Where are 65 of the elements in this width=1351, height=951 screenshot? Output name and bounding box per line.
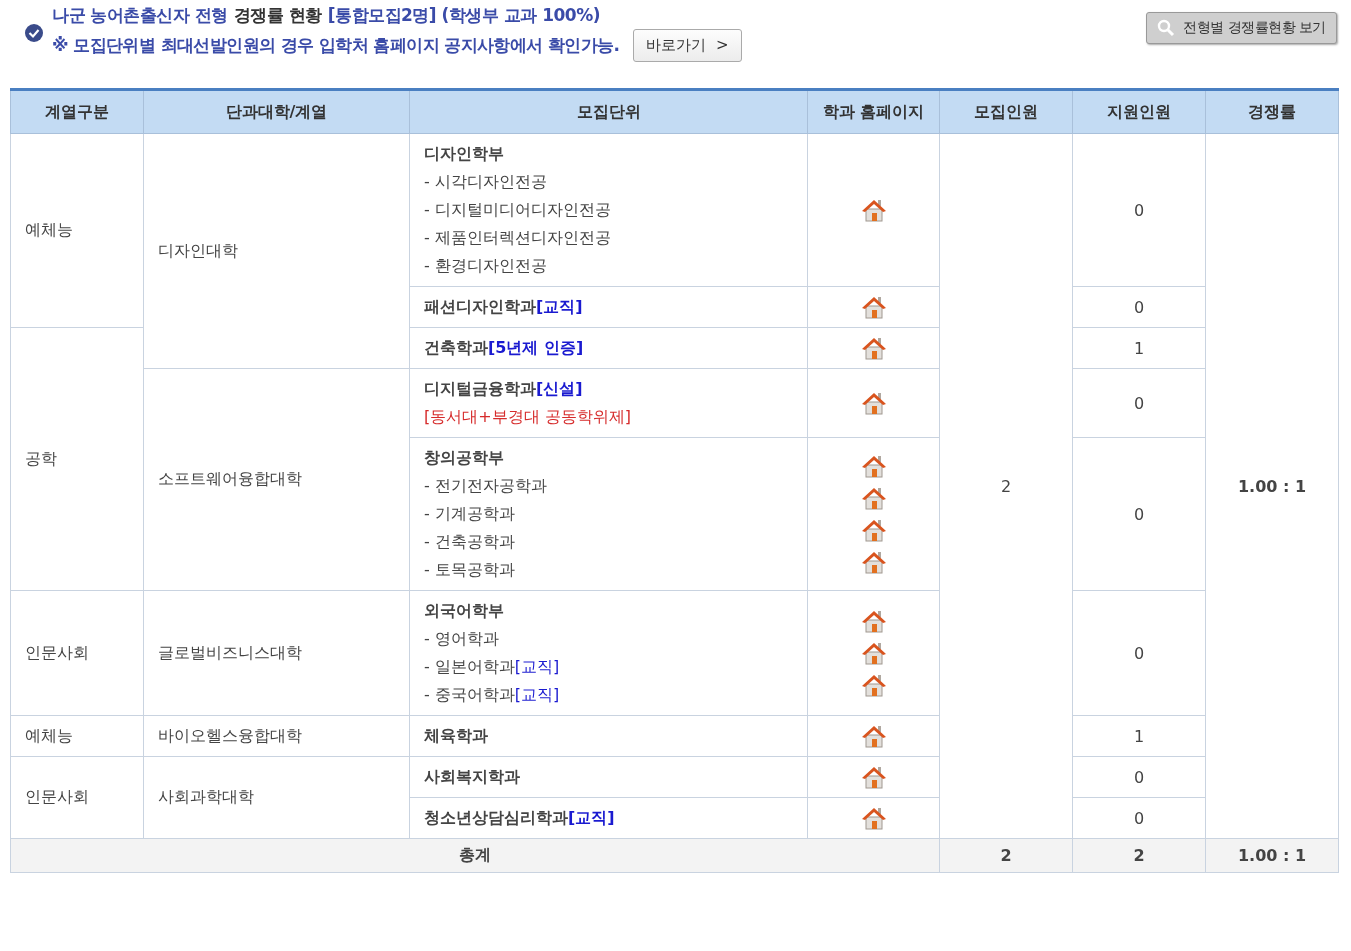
unit-title: 디지털금융학과[신설] [424, 378, 584, 400]
college-cell: 디자인대학 [143, 133, 410, 369]
unit-item: - 기계공학과 [424, 503, 516, 525]
college-cell: 소프트웨어융합대학 [143, 368, 410, 591]
unit-title: 체육학과 [424, 725, 489, 747]
column-header: 모집단위 [409, 89, 808, 134]
unit-item: - 디지털미디어디자인전공 [424, 199, 612, 221]
college-cell: 바이오헬스융합대학 [143, 715, 410, 757]
home-icon[interactable] [860, 673, 887, 697]
applicants-cell: 0 [1072, 133, 1206, 287]
unit-item: - 전기전자공학과 [424, 475, 548, 497]
unit-title: 패션디자인학과[교직] [424, 296, 584, 318]
column-header: 모집인원 [939, 89, 1073, 134]
college-cell: 글로벌비즈니스대학 [143, 590, 410, 716]
column-header: 학과 홈페이지 [807, 89, 940, 134]
college-cell: 사회과학대학 [143, 756, 410, 839]
unit-title: 외국어학부 [424, 600, 505, 622]
category-cell: 인문사회 [10, 756, 144, 839]
unit-item: - 시각디자인전공 [424, 171, 548, 193]
unit-note: [동서대+부경대 공동학위제] [424, 406, 632, 428]
column-header: 계열구분 [10, 89, 144, 134]
home-icon[interactable] [860, 391, 887, 415]
home-icon[interactable] [860, 486, 887, 510]
unit-title: 디자인학부 [424, 143, 505, 165]
unit-item: - 일본어학과[교직] [424, 656, 561, 678]
home-icon[interactable] [860, 641, 887, 665]
column-header: 지원인원 [1072, 89, 1206, 134]
unit-title: 건축학과[5년제 인증] [424, 337, 585, 359]
unit-item: - 영어학과 [424, 628, 500, 650]
total-applicants: 2 [1072, 838, 1206, 873]
home-icon[interactable] [860, 765, 887, 789]
view-competition-button[interactable]: 전형별 경쟁률현황 보기 [1146, 12, 1337, 44]
search-icon [1157, 19, 1176, 37]
home-icon[interactable] [860, 806, 887, 830]
notice-text: ※ 모집단위별 최대선발인원의 경우 입학처 홈페이지 공지사항에서 확인가능. [52, 34, 620, 57]
category-cell: 예체능 [10, 715, 144, 757]
unit-title: 사회복지학과 [424, 766, 521, 788]
total-label: 총계 [10, 838, 940, 873]
total-ratio: 1.00 : 1 [1205, 838, 1339, 873]
home-icon[interactable] [860, 518, 887, 542]
home-icon[interactable] [860, 609, 887, 633]
category-cell: 예체능 [10, 133, 144, 328]
unit-item: - 환경디자인전공 [424, 255, 548, 277]
category-cell: 공학 [10, 327, 144, 591]
home-icon[interactable] [860, 295, 887, 319]
shortcut-button[interactable]: 바로가기 > [633, 29, 742, 62]
ratio-cell: 1.00 : 1 [1205, 133, 1339, 839]
column-header: 경쟁률 [1205, 89, 1339, 134]
home-icon[interactable] [860, 724, 887, 748]
total-quota: 2 [939, 838, 1073, 873]
unit-item: - 중국어학과[교직] [424, 684, 561, 706]
category-cell: 인문사회 [10, 590, 144, 716]
quota-cell: 2 [939, 133, 1073, 839]
check-icon [24, 23, 44, 43]
unit-item: - 건축공학과 [424, 531, 516, 553]
column-header: 단과대학/계열 [143, 89, 410, 134]
unit-item: - 제품인터렉션디자인전공 [424, 227, 612, 249]
unit-title: 청소년상담심리학과[교직] [424, 807, 616, 829]
page-title: 나군 농어촌출신자 전형 경쟁률 현황 [통합모집2명] (학생부 교과 100%) [52, 4, 601, 27]
home-icon[interactable] [860, 550, 887, 574]
home-icon[interactable] [860, 454, 887, 478]
home-icon[interactable] [860, 336, 887, 360]
unit-item: - 토목공학과 [424, 559, 516, 581]
home-icon[interactable] [860, 198, 887, 222]
unit-title: 창의공학부 [424, 447, 505, 469]
